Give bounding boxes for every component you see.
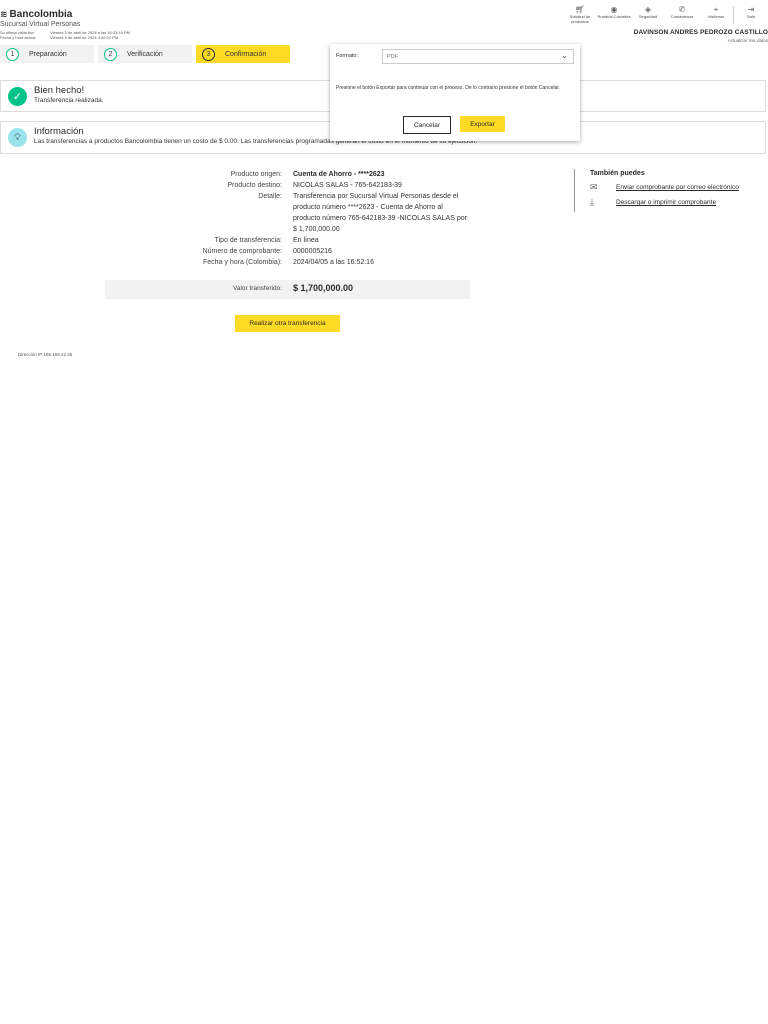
nav-rumbos-colombia[interactable]: ◉ Rumbos Colombia — [597, 4, 631, 24]
step-number: 3 — [202, 47, 215, 61]
step-confirmacion: 3 Confirmación — [196, 45, 290, 63]
chevron-down-icon: ⌄ — [561, 51, 568, 60]
step-label: Verificación — [127, 50, 163, 58]
receipt-number-value: 0000005216 — [293, 248, 332, 255]
format-selected-value: PDF — [387, 54, 398, 60]
nav-solicitud-productos[interactable]: 🛒︎ Solicitud de productos — [563, 4, 597, 24]
email-receipt-label[interactable]: Enviar comprobante por correo electrónic… — [616, 184, 739, 191]
ip-address: Dirección IP:186.169.42.45 — [18, 352, 73, 357]
nav-visitenos[interactable]: ⌖ Visítenos — [699, 4, 733, 24]
nav-contactenos[interactable]: ✆ Contáctenos — [665, 4, 699, 24]
step-verificacion: 2 Verificación — [98, 45, 192, 63]
bancolombia-logo-icon: ≋ — [0, 9, 8, 19]
total-label: Valor transferido: — [232, 285, 282, 292]
format-select[interactable]: PDF ⌄ — [382, 49, 574, 64]
export-button[interactable]: Exportar — [460, 116, 505, 132]
info-title: Información — [34, 126, 84, 137]
destination-value: NICOLAS SALAS - 765-642183-39 — [293, 182, 402, 189]
datetime-label: Fecha y hora (Colombia): — [203, 259, 282, 266]
origin-value: Cuenta de Ahorro - ****2623 — [293, 171, 385, 178]
top-navigation: 🛒︎ Solicitud de productos ◉ Rumbos Colombi… — [563, 4, 768, 24]
nav-salir[interactable]: ⇥ Salir — [734, 4, 768, 24]
export-instructions: Presione el botón Exportar para continua… — [336, 85, 561, 91]
new-transfer-button[interactable]: Realizar otra transferencia — [235, 315, 340, 332]
user-name: DAVINSON ANDRES PEDROZO CASTILLO — [633, 29, 768, 36]
total-transferred: Valor transferido: $ 1,700,000.00 — [105, 280, 470, 299]
receipt-number-label: Número de comprobante: — [202, 248, 282, 255]
detail-value: Transferencia por Sucursal Virtual Perso… — [293, 193, 467, 233]
nav-seguridad[interactable]: ◈ Seguridad — [631, 4, 665, 24]
detail-label: Detalle: — [258, 193, 282, 200]
site-subtitle: Sucursal Virtual Personas — [0, 21, 81, 28]
sidebar-title: También puedes — [590, 170, 645, 177]
brand-name: Bancolombia — [9, 9, 73, 20]
datetime-value: 2024/04/05 a las 16:52:16 — [293, 259, 374, 266]
current-time-label: Fecha y hora actual: — [0, 35, 37, 40]
email-receipt-link[interactable]: ✉ Enviar comprobante por correo electrón… — [590, 182, 739, 193]
download-receipt-link[interactable]: ⤓ Descargar o imprimir comprobante — [590, 197, 716, 208]
step-number: 2 — [104, 47, 117, 61]
lightbulb-icon: 💡︎ — [8, 128, 27, 147]
details-values: Cuenta de Ahorro - ****2623 NICOLAS SALA… — [293, 169, 468, 268]
transfer-type-label: Tipo de transferencia: — [214, 237, 282, 244]
update-data-link[interactable]: Actualizar mis datos — [728, 38, 768, 43]
origin-label: Producto origen: — [230, 171, 282, 178]
download-icon: ⤓ — [590, 197, 594, 207]
sidebar-divider — [574, 169, 575, 212]
last-visit-info: Su última visita fue: Viernes 5 de abril … — [0, 30, 130, 40]
transfer-type-value: En línea — [293, 237, 319, 244]
destination-label: Producto destino: — [227, 182, 282, 189]
check-icon: ✓ — [8, 87, 27, 106]
success-title: Bien hecho! — [34, 85, 85, 96]
progress-steps: 1 Preparación 2 Verificación 3 Confirmación — [0, 45, 290, 63]
format-label: Formato: — [336, 53, 359, 59]
details-labels: Producto origen: Producto destino: Detal… — [203, 169, 282, 268]
cancel-button[interactable]: Cancelar — [403, 116, 451, 134]
download-receipt-label[interactable]: Descargar o imprimir comprobante — [616, 199, 716, 206]
envelope-icon: ✉ — [590, 182, 598, 192]
export-dialog: Formato: PDF ⌄ Presione el botón Exporta… — [330, 44, 580, 141]
total-value: $ 1,700,000.00 — [293, 283, 354, 293]
step-label: Confirmación — [225, 50, 267, 58]
bancolombia-logo: ≋ Bancolombia — [0, 9, 72, 20]
step-number: 1 — [6, 47, 19, 61]
step-preparacion: 1 Preparación — [0, 45, 94, 63]
current-time-value: Viernes 5 de abril de 2024 4:52:21 PM — [50, 35, 119, 40]
step-label: Preparación — [29, 50, 67, 58]
success-text: Transferencia realizada. — [34, 97, 104, 104]
